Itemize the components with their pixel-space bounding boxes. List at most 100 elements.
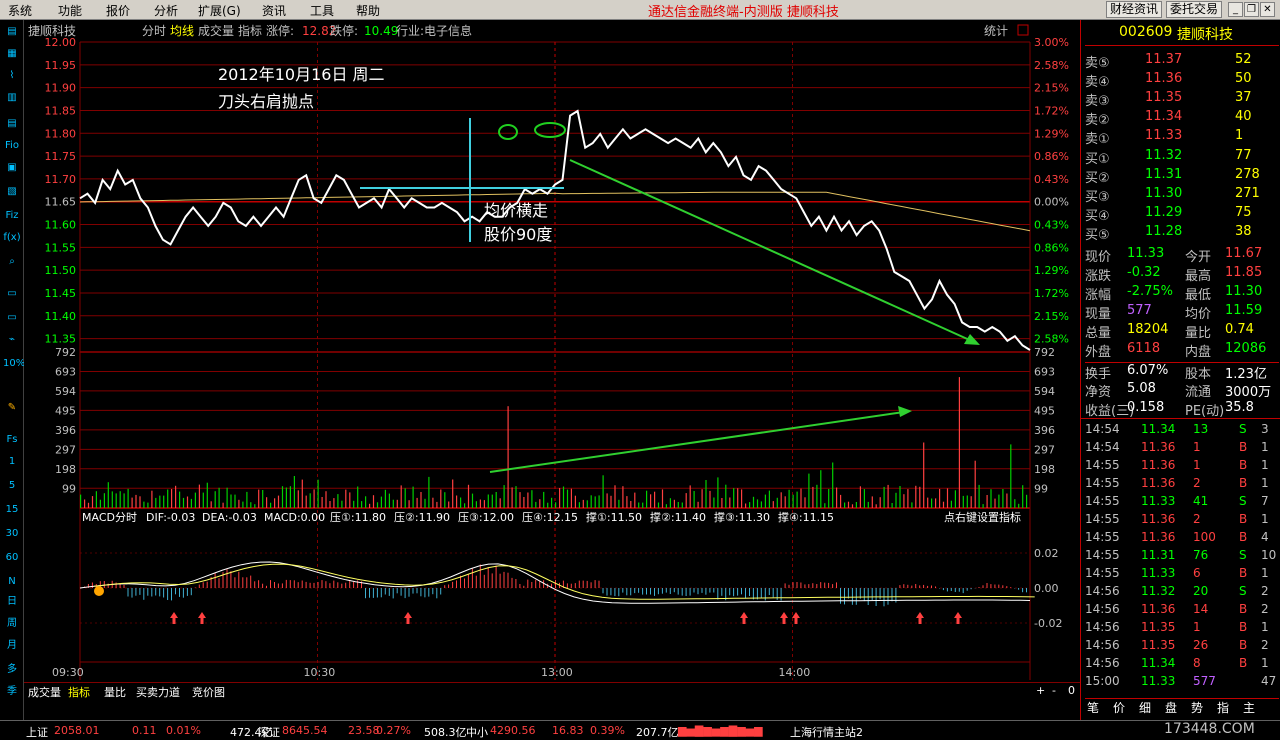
tool-icon-12[interactable]: ▭ <box>3 286 21 302</box>
volume-bar <box>337 494 339 508</box>
finance-news-button[interactable]: 财经资讯 <box>1106 1 1163 18</box>
period-5[interactable]: 5 <box>3 478 21 494</box>
period-1[interactable]: 1 <box>3 454 21 470</box>
panel-tab-1[interactable]: 价 <box>1113 699 1125 716</box>
restore-icon[interactable]: ❐ <box>1244 2 1259 17</box>
tool-icon-pct[interactable]: 10% <box>3 356 25 372</box>
macd-bar <box>863 588 865 602</box>
menu-function[interactable]: 功能 <box>58 2 82 19</box>
period-60[interactable]: 60 <box>3 550 21 566</box>
mode-volume[interactable]: 成交量 <box>198 23 234 38</box>
period-multi[interactable]: 多 <box>3 662 21 678</box>
tab-buysell[interactable]: 买卖力道 <box>136 684 180 700</box>
panel-tab-5[interactable]: 指 <box>1217 699 1229 716</box>
tool-icon-8[interactable]: ▧ <box>3 184 21 200</box>
tick-volume: 6 <box>1193 566 1201 580</box>
menu-analysis[interactable]: 分析 <box>154 2 178 19</box>
macd-bar <box>206 581 208 588</box>
period-season[interactable]: 季 <box>3 684 21 700</box>
macd-bar <box>836 582 837 588</box>
tool-icon-1[interactable]: ▤ <box>3 24 21 40</box>
volume-bar <box>135 494 137 508</box>
buy-row[interactable]: 买③ 11.30 271 <box>1085 186 1279 205</box>
sell-row[interactable]: 卖① 11.33 1 <box>1085 128 1279 147</box>
volume-bar <box>665 504 667 508</box>
macd-bar <box>163 588 165 598</box>
period-15[interactable]: 15 <box>3 502 21 518</box>
search-icon[interactable]: ⌕ <box>3 254 21 270</box>
menu-extend[interactable]: 扩展(G) <box>198 2 241 19</box>
panel-tab-3[interactable]: 盘 <box>1165 699 1177 716</box>
buy-row[interactable]: 买④ 11.29 75 <box>1085 205 1279 224</box>
mode-fenshi[interactable]: 分时 <box>142 24 166 38</box>
tab-indicator[interactable]: 指标 <box>68 684 90 700</box>
panel-tab-6[interactable]: 主 <box>1243 699 1255 716</box>
pencil-icon[interactable]: ✎ <box>3 400 21 416</box>
tool-icon-14[interactable]: ⌁ <box>3 332 21 348</box>
period-30[interactable]: 30 <box>3 526 21 542</box>
tick-price: 11.31 <box>1141 548 1176 562</box>
panel-tab-2[interactable]: 细 <box>1139 699 1151 716</box>
panel-tab-4[interactable]: 势 <box>1191 699 1203 716</box>
stats-button[interactable]: 统计 <box>984 24 1008 38</box>
buy-row[interactable]: 买① 11.32 77 <box>1085 148 1279 167</box>
sell-row[interactable]: 卖⑤ 11.37 52 <box>1085 52 1279 71</box>
close-icon[interactable]: ✕ <box>1260 2 1275 17</box>
tool-icon-f10[interactable]: f(x) <box>3 230 21 246</box>
tick-time: 15:00 <box>1085 674 1120 688</box>
period-n[interactable]: N <box>3 574 21 590</box>
tab-volratio[interactable]: 量比 <box>104 684 126 700</box>
zoom-reset-button[interactable]: 0 <box>1068 684 1075 697</box>
buy-row[interactable]: 买⑤ 11.28 38 <box>1085 224 1279 243</box>
panel-tab-0[interactable]: 笔 <box>1087 699 1099 716</box>
period-month[interactable]: 月 <box>3 638 21 654</box>
sell-row[interactable]: 卖④ 11.36 50 <box>1085 71 1279 90</box>
period-week[interactable]: 周 <box>3 616 21 632</box>
volume-bar <box>147 502 149 508</box>
menu-system[interactable]: 系统 <box>8 2 32 19</box>
tab-auction[interactable]: 竞价图 <box>192 684 225 700</box>
tool-icon-fs[interactable]: Fs <box>3 432 21 448</box>
period-day[interactable]: 日 <box>3 594 21 610</box>
volume-bar <box>713 497 715 508</box>
stat-value: 577 <box>1127 303 1152 318</box>
tick-time: 14:56 <box>1085 638 1120 652</box>
macd-bar <box>515 579 517 588</box>
macd-bar <box>642 588 644 595</box>
tool-icon-5[interactable]: ▤ <box>3 116 21 132</box>
tick-row: 14:55 11.36 2 B 1 <box>1085 476 1279 494</box>
trade-button[interactable]: 委托交易 <box>1166 1 1223 18</box>
tool-icon-fiz[interactable]: Fiz <box>3 208 21 224</box>
macd-tick: -0.02 <box>1034 617 1062 630</box>
indicator-label[interactable]: 指标 <box>238 23 262 38</box>
tab-volume[interactable]: 成交量 <box>28 684 61 700</box>
macd-bar <box>115 582 117 588</box>
sell-row[interactable]: 卖② 11.34 40 <box>1085 109 1279 128</box>
menu-quote[interactable]: 报价 <box>106 2 130 19</box>
macd-bar <box>182 588 184 598</box>
zoom-in-button[interactable]: + <box>1036 684 1045 697</box>
macd-bar <box>464 578 465 588</box>
limit-up-label: 涨停: <box>266 23 294 38</box>
tool-icon-4[interactable]: ▥ <box>3 90 21 106</box>
mode-avg[interactable]: 均线 <box>170 24 194 38</box>
sell-row[interactable]: 卖③ 11.35 37 <box>1085 90 1279 109</box>
tool-icon-13[interactable]: ▭ <box>3 310 21 326</box>
zoom-out-button[interactable]: - <box>1052 684 1056 697</box>
tool-icon-fio[interactable]: Fio <box>3 138 21 154</box>
server-label[interactable]: 上海行情主站2 <box>790 724 863 740</box>
macd-bar <box>851 588 853 605</box>
tool-icon-2[interactable]: ▦ <box>3 46 21 62</box>
intraday-chart[interactable]: 捷顺科技 分时 均线 成交量 指标 涨停: 12.82 跌停: 10.49 行业… <box>24 20 1080 682</box>
macd-bar <box>444 585 446 588</box>
tool-icon-3[interactable]: ⌇ <box>3 68 21 84</box>
stat2-row: 收益(三) 0.158 PE(动) 35.8 <box>1085 400 1279 419</box>
tool-icon-7[interactable]: ▣ <box>3 160 21 176</box>
menu-news[interactable]: 资讯 <box>262 2 286 19</box>
buy-row[interactable]: 买② 11.31 278 <box>1085 167 1279 186</box>
minimize-icon[interactable]: _ <box>1228 2 1243 17</box>
menu-tools[interactable]: 工具 <box>310 2 334 19</box>
menu-help[interactable]: 帮助 <box>356 2 380 19</box>
tick-volume: 2 <box>1193 476 1201 490</box>
volume-bar <box>622 486 624 508</box>
